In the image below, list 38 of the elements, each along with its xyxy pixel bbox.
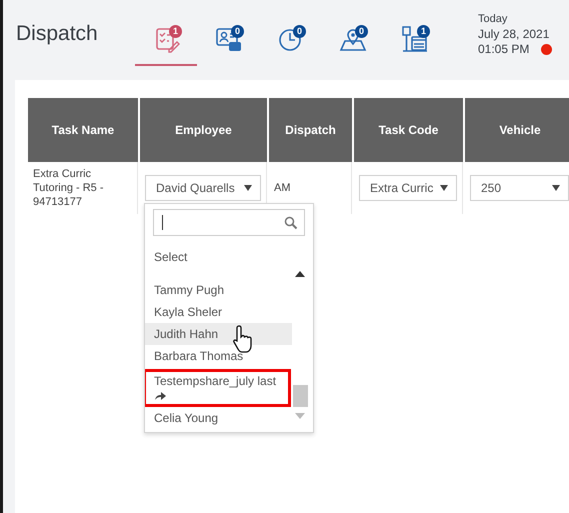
dropdown-option[interactable]: Celia Young: [145, 407, 292, 429]
count-badge: 0: [231, 25, 244, 38]
employee-select[interactable]: David Quarells: [145, 175, 261, 201]
table-cell: AM: [274, 181, 290, 195]
search-icon: [284, 216, 298, 230]
nav-tab[interactable]: 0: [197, 0, 259, 66]
caret-icon: [244, 185, 252, 191]
dropdown-option[interactable]: Judith Hahn: [145, 323, 292, 345]
time-text: 01:05 PM: [478, 42, 530, 57]
column-header: Dispatch: [269, 98, 352, 162]
dropdown-option[interactable]: Testempshare_july last: [145, 369, 291, 407]
nav-tab[interactable]: 0: [321, 0, 383, 66]
count-badge: 0: [293, 25, 306, 38]
dropdown-option[interactable]: Tammy Pugh: [145, 279, 292, 301]
status-dot: [541, 44, 552, 55]
caret-icon: [440, 185, 448, 191]
dropdown-option[interactable]: Select: [145, 236, 313, 264]
column-header: Task Name: [28, 98, 138, 162]
count-badge: 1: [169, 25, 182, 38]
vehicle-select[interactable]: 250: [470, 175, 569, 201]
table-cell-text: Extra Curric Tutoring - R5 - 94713177: [33, 167, 105, 209]
nav-tab[interactable]: 0: [259, 0, 321, 66]
page-title: Dispatch: [16, 22, 99, 46]
column-header: Vehicle: [465, 98, 569, 162]
task-code-select[interactable]: Extra Curric: [359, 175, 457, 201]
nav-tab[interactable]: 1: [383, 0, 445, 66]
today-label: Today: [478, 13, 508, 25]
count-badge: 1: [417, 25, 430, 38]
count-badge: 0: [355, 25, 368, 38]
column-header: Employee: [140, 98, 267, 162]
nav-tab[interactable]: 1: [135, 0, 197, 66]
caret-icon: [552, 185, 560, 191]
dropdown-option[interactable]: Kayla Sheler: [145, 301, 292, 323]
date-text: July 28, 2021: [478, 27, 550, 42]
dropdown-option[interactable]: Barbara Thomas: [145, 345, 292, 367]
column-header: Task Code: [354, 98, 463, 162]
search-field[interactable]: [153, 209, 305, 236]
parking-icon: [400, 24, 430, 54]
